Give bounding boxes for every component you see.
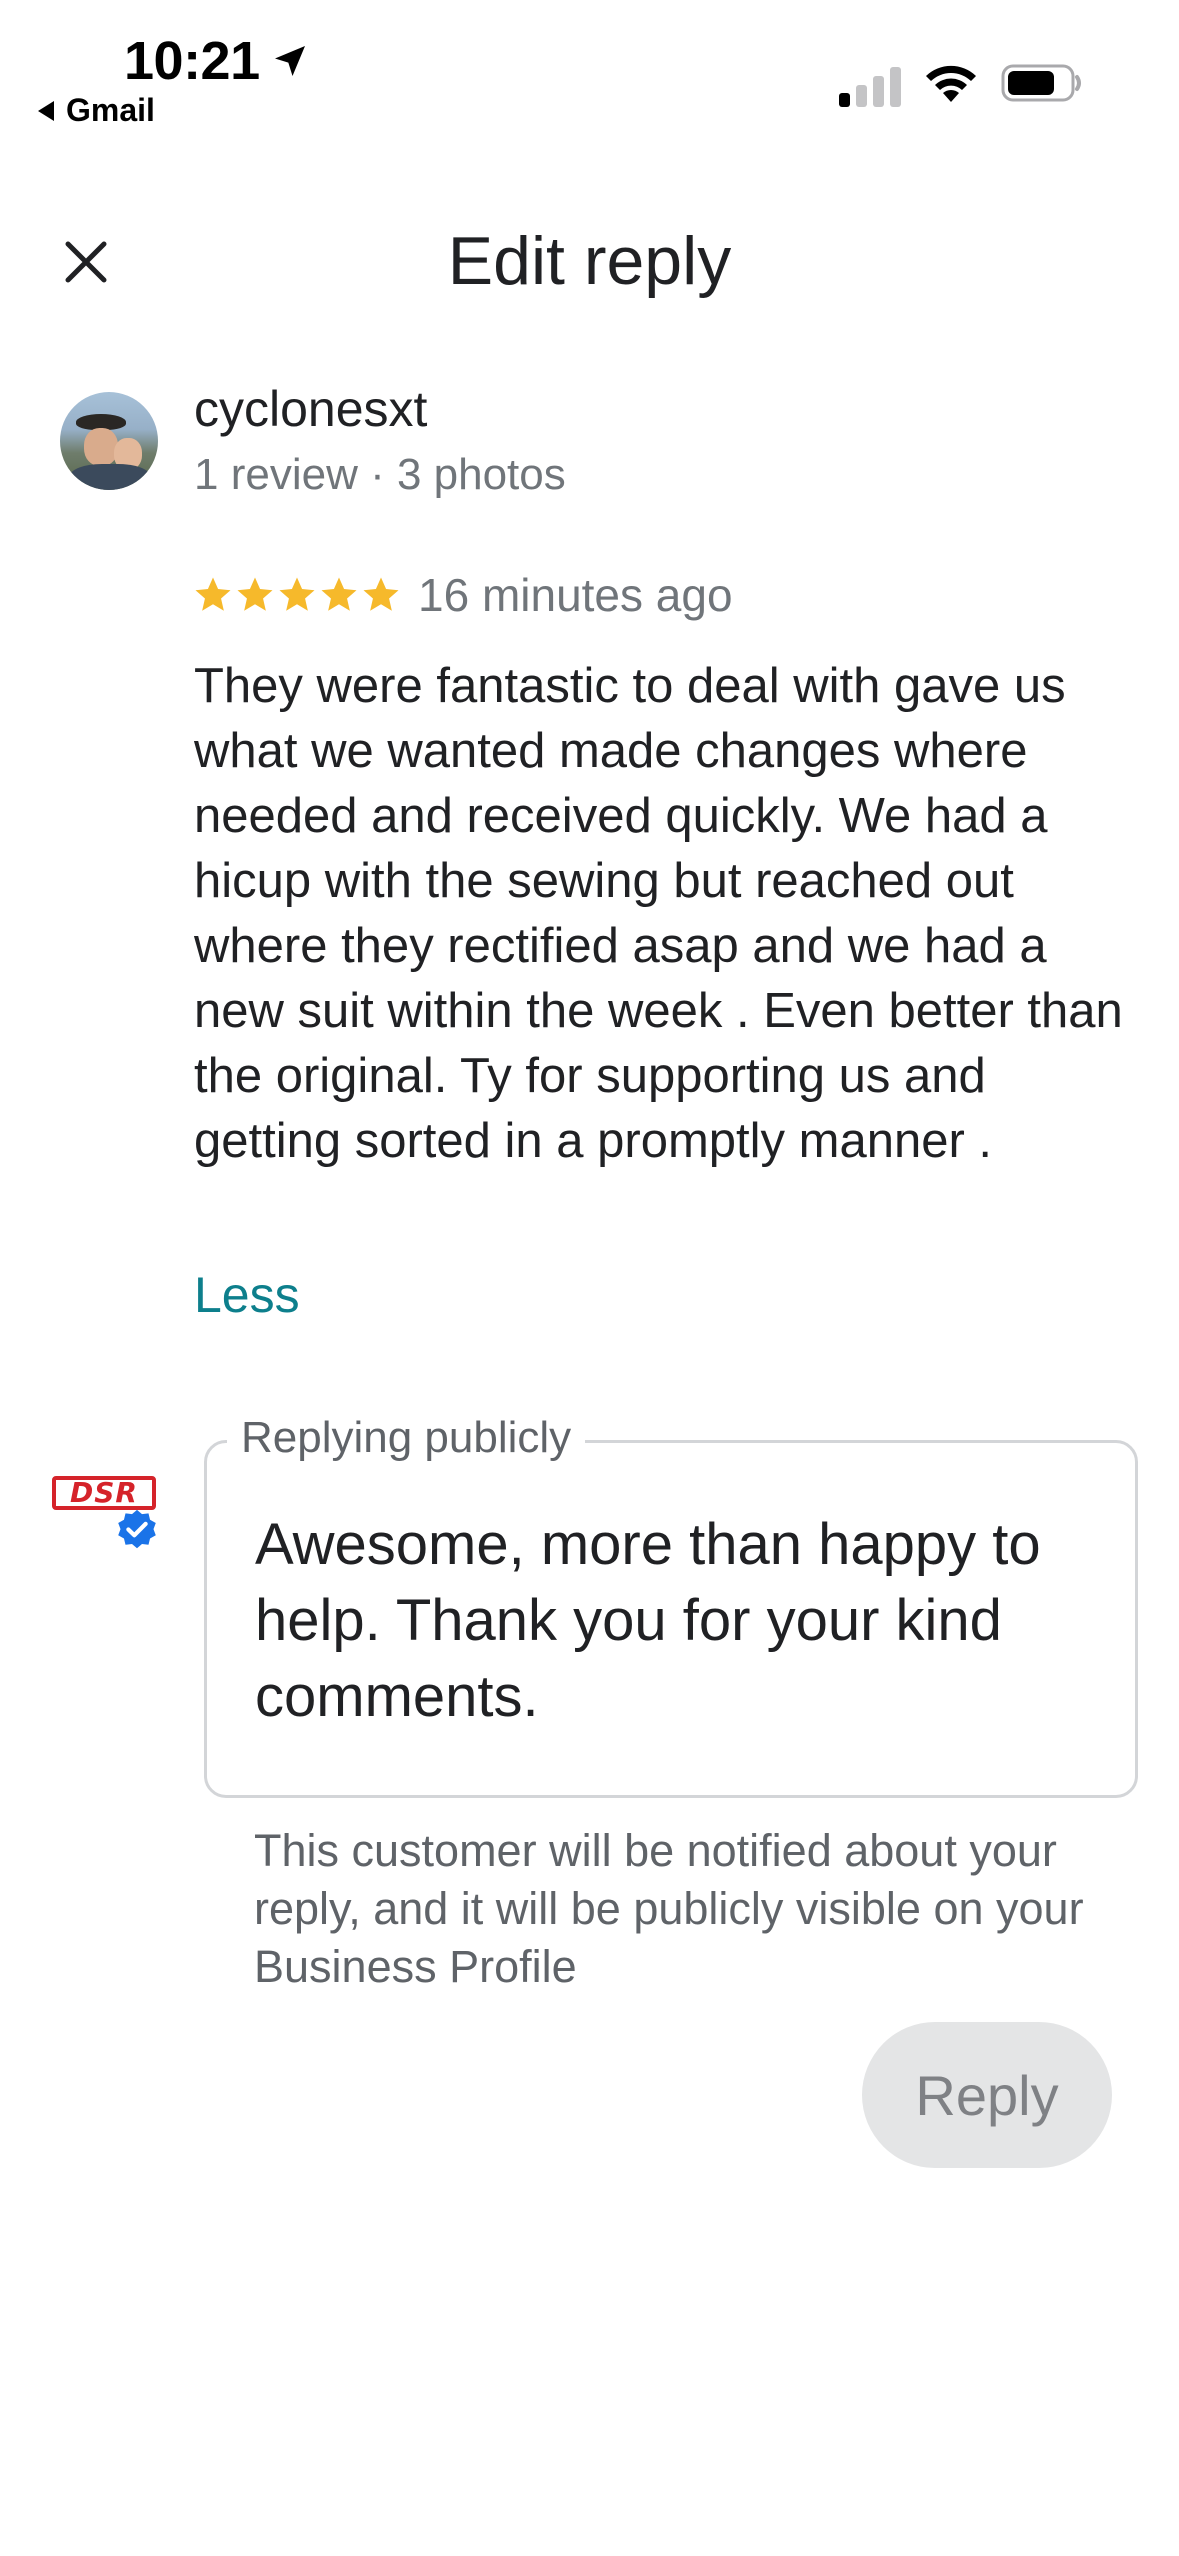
verified-badge-icon — [118, 1509, 156, 1549]
page-title: Edit reply — [447, 223, 732, 299]
reply-input[interactable]: Replying publicly Awesome, more than hap… — [204, 1413, 1138, 1798]
business-logo: DSR — [52, 1476, 156, 1510]
reviewer-avatar[interactable] — [60, 392, 158, 490]
back-app-label: Gmail — [66, 92, 155, 128]
review-time: 16 minutes ago — [418, 569, 733, 621]
star-icon — [279, 577, 315, 611]
reply-visibility-note: This customer will be notified about you… — [254, 1825, 1084, 1992]
status-icons — [839, 62, 1083, 109]
wifi-icon — [923, 62, 979, 109]
star-icon — [363, 577, 399, 611]
reply-text[interactable]: Awesome, more than happy to help. Thank … — [255, 1507, 1115, 1735]
star-icon — [321, 577, 357, 611]
back-triangle-icon — [38, 100, 54, 121]
back-to-gmail[interactable]: Gmail — [38, 92, 155, 129]
star-icon — [195, 577, 231, 611]
reply-button[interactable]: Reply — [862, 2022, 1112, 2168]
edit-reply-screen: 10:21 Gmail Edit reply cyclonesxt 1 revi… — [0, 0, 1179, 2556]
reviewer-meta: 1 review · 3 photos — [194, 450, 566, 499]
business-avatar: DSR — [48, 1470, 160, 1549]
status-time: 10:21 — [124, 30, 310, 92]
review-text: They were fantastic to deal with gave us… — [194, 659, 1137, 1168]
reviewer-name[interactable]: cyclonesxt — [194, 380, 427, 438]
battery-icon — [1001, 62, 1083, 109]
rating-row: 16 minutes ago — [192, 568, 733, 622]
star-icon — [237, 577, 273, 611]
cellular-signal-icon — [839, 65, 901, 107]
reply-field-label: Replying publicly — [227, 1413, 586, 1463]
status-time-text: 10:21 — [124, 31, 260, 91]
less-link[interactable]: Less — [194, 1266, 300, 1324]
star-rating — [192, 574, 402, 616]
location-arrow-icon — [270, 41, 310, 81]
